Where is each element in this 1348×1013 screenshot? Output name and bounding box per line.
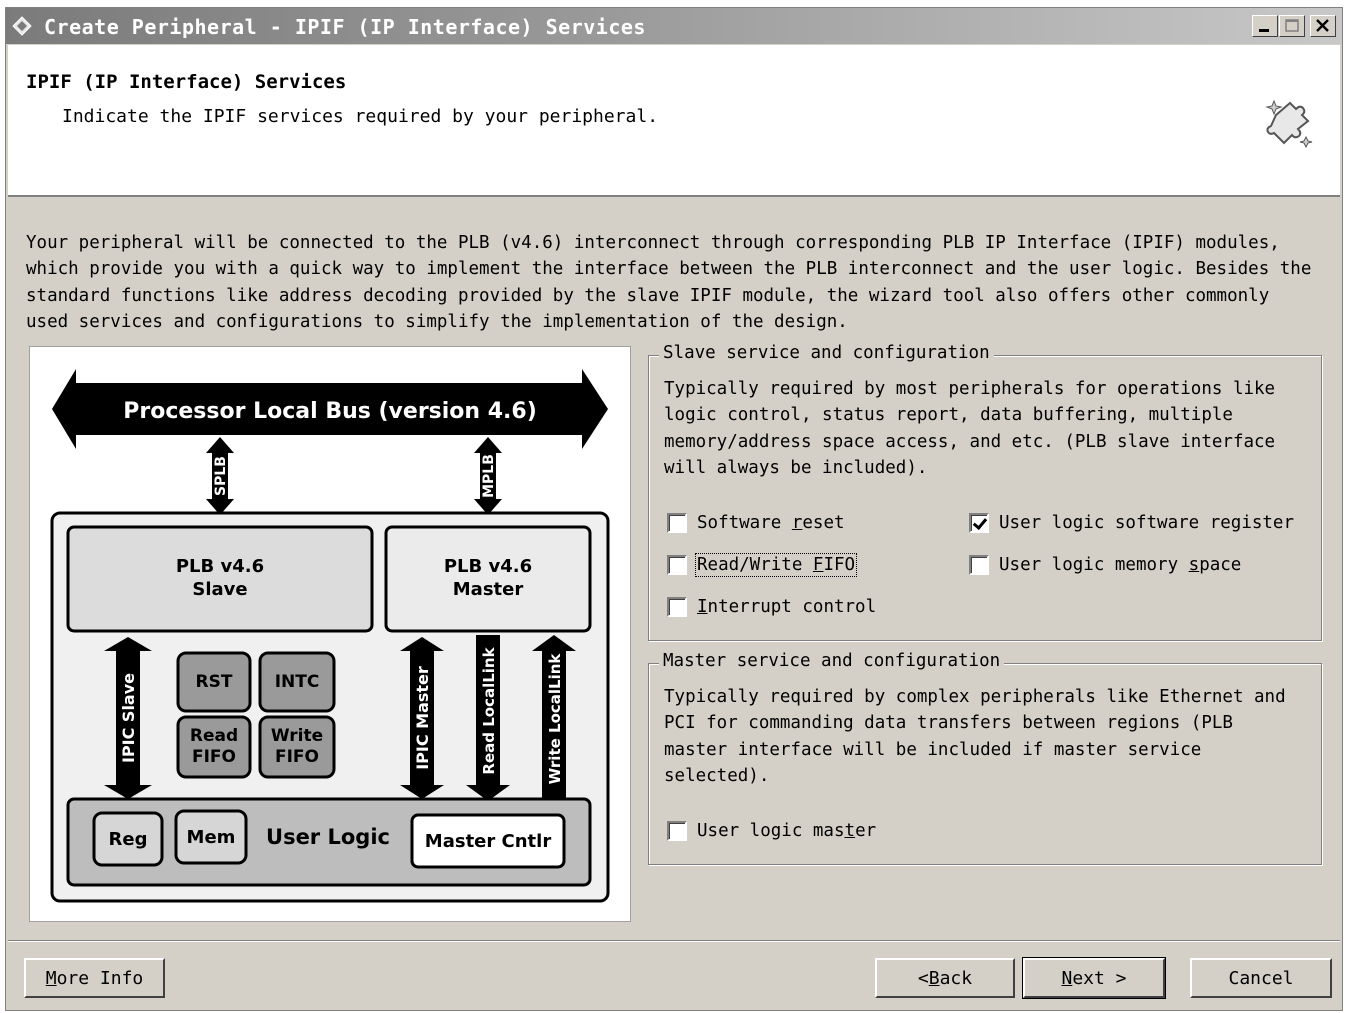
cancel-button[interactable]: Cancel	[1190, 958, 1332, 998]
master-group-title: Master service and configuration	[659, 651, 1005, 671]
master-line2: Master	[453, 579, 524, 600]
slave-group-description: Typically required by most peripherals f…	[664, 379, 1276, 479]
maximize-button[interactable]	[1279, 15, 1305, 37]
next-button[interactable]: Next >	[1022, 957, 1166, 999]
user-logic-software-register-checkbox[interactable]: User logic software register	[969, 511, 1294, 535]
back-button[interactable]: < Back	[875, 958, 1015, 998]
user-logic-master-box[interactable]	[667, 821, 687, 841]
close-button[interactable]	[1310, 15, 1336, 37]
wizard-header: IPIF (IP Interface) Services Indicate th…	[8, 45, 1340, 197]
app-diamond-icon	[12, 16, 32, 36]
user-logic-software-register-box[interactable]	[969, 513, 989, 533]
user-logic-master-checkbox[interactable]: User logic master	[667, 819, 876, 843]
ipic-slave-label: IPIC Slave	[119, 673, 138, 763]
mplb-label: MPLB	[481, 454, 497, 498]
master-cntlr-label: Master Cntlr	[425, 831, 552, 852]
user-logic-memory-space-label: User logic memory space	[999, 555, 1242, 575]
read-fifo-label-2: FIFO	[192, 747, 236, 767]
reg-label: Reg	[109, 829, 148, 850]
user-logic-label: User Logic	[266, 825, 390, 849]
user-logic-master-label: User logic master	[697, 821, 877, 841]
close-icon	[1316, 19, 1329, 32]
ipif-block-diagram: Processor Local Bus (version 4.6) SPLB M…	[29, 346, 631, 922]
software-reset-checkbox[interactable]: Software reset	[667, 511, 845, 535]
user-logic-memory-space-checkbox[interactable]: User logic memory space	[969, 553, 1241, 577]
minimize-icon	[1259, 29, 1269, 32]
slave-line2: Slave	[192, 579, 247, 600]
more-info-button[interactable]: More Info	[24, 958, 165, 998]
write-locallink-label: Write LocalLink	[546, 653, 564, 785]
read-locallink-label: Read LocalLink	[480, 646, 498, 774]
bus-label: Processor Local Bus (version 4.6)	[123, 399, 537, 424]
rst-label: RST	[196, 672, 233, 692]
footer-separator	[8, 940, 1340, 942]
wizard-puzzle-icon	[1265, 99, 1313, 149]
read-fifo-label-1: Read	[190, 726, 238, 746]
write-fifo-label-2: FIFO	[275, 747, 319, 767]
write-fifo-label-1: Write	[271, 726, 323, 746]
user-logic-memory-space-box[interactable]	[969, 555, 989, 575]
master-line1: PLB v4.6	[444, 556, 532, 577]
software-reset-label: Software reset	[697, 513, 845, 533]
slave-line1: PLB v4.6	[176, 556, 264, 577]
ipic-master-label: IPIC Master	[413, 666, 432, 770]
maximize-icon	[1285, 19, 1299, 32]
window-title: Create Peripheral - IPIF (IP Interface) …	[44, 15, 646, 39]
interrupt-control-box[interactable]	[667, 597, 687, 617]
page-title: IPIF (IP Interface) Services	[26, 71, 347, 93]
read-write-fifo-box[interactable]	[667, 555, 687, 575]
software-reset-box[interactable]	[667, 513, 687, 533]
interrupt-control-checkbox[interactable]: Interrupt control	[667, 595, 876, 619]
master-service-group: Master service and configuration Typical…	[648, 651, 1322, 865]
slave-group-title: Slave service and configuration	[659, 343, 994, 363]
create-peripheral-window: Create Peripheral - IPIF (IP Interface) …	[5, 7, 1343, 1011]
splb-label: SPLB	[213, 456, 229, 496]
title-bar[interactable]: Create Peripheral - IPIF (IP Interface) …	[6, 8, 1342, 44]
interrupt-control-label: Interrupt control	[697, 597, 877, 617]
slave-service-group: Slave service and configuration Typicall…	[648, 343, 1322, 641]
read-write-fifo-checkbox[interactable]: Read/Write FIFO	[667, 553, 858, 577]
master-group-description: Typically required by complex peripheral…	[664, 687, 1286, 787]
user-logic-software-register-label: User logic software register	[999, 513, 1295, 533]
read-write-fifo-label: Read/Write FIFO	[694, 553, 858, 577]
minimize-button[interactable]	[1252, 15, 1278, 37]
intro-description: Your peripheral will be connected to the…	[26, 233, 1312, 333]
mem-label: Mem	[187, 827, 236, 848]
intc-label: INTC	[275, 672, 320, 692]
page-subtitle: Indicate the IPIF services required by y…	[62, 106, 659, 127]
